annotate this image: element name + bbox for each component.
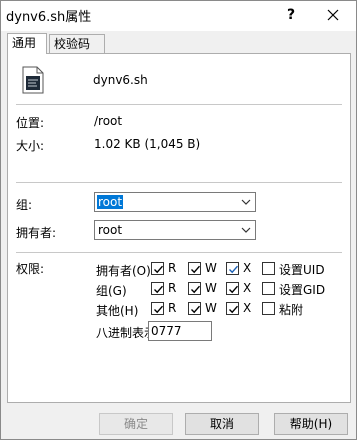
general-panel: dynv6.sh 位置: /root 大小: 1.02 KB (1,045 B)… — [7, 53, 351, 403]
help-button[interactable]: 帮助(H) — [274, 413, 348, 435]
tab-checksum[interactable]: 校验码 — [49, 34, 105, 54]
tab-general[interactable]: 通用 — [7, 33, 47, 54]
close-icon[interactable] — [319, 4, 347, 26]
owner-select-value: root — [98, 223, 123, 237]
owner-select[interactable]: root — [94, 220, 256, 240]
group-label: 组: — [16, 198, 33, 212]
chevron-down-icon — [241, 227, 251, 233]
chevron-down-icon — [241, 199, 251, 205]
perm-group-label: 组(G) — [96, 284, 127, 298]
location-value: /root — [94, 114, 123, 128]
group-select[interactable]: root — [94, 192, 256, 212]
octal-label: 八进制表示 — [96, 326, 157, 340]
perm-owner-label: 拥有者(O) — [96, 264, 151, 278]
divider — [16, 104, 342, 105]
ok-button[interactable]: 确定 — [99, 413, 173, 435]
window-title: dynv6.sh属性 — [6, 10, 92, 25]
group-select-value: root — [97, 195, 124, 209]
file-name: dynv6.sh — [93, 73, 148, 87]
permissions-label: 权限: — [16, 262, 45, 276]
location-label: 位置: — [16, 116, 45, 130]
file-icon — [22, 66, 46, 94]
title-bar[interactable]: dynv6.sh属性 ? — [1, 1, 356, 31]
size-value: 1.02 KB (1,045 B) — [94, 137, 201, 151]
octal-input[interactable]: 0777 — [148, 321, 212, 341]
divider — [16, 182, 342, 183]
divider — [16, 252, 342, 253]
owner-label: 拥有者: — [16, 226, 57, 240]
octal-input-value: 0777 — [151, 324, 182, 338]
properties-dialog: dynv6.sh属性 ? 通用 校验码 dynv6.sh 位置: /root 大… — [0, 0, 357, 440]
help-icon[interactable]: ? — [277, 4, 305, 26]
perm-others-label: 其他(H) — [96, 304, 139, 318]
cancel-button[interactable]: 取消 — [185, 413, 259, 435]
size-label: 大小: — [16, 139, 45, 153]
